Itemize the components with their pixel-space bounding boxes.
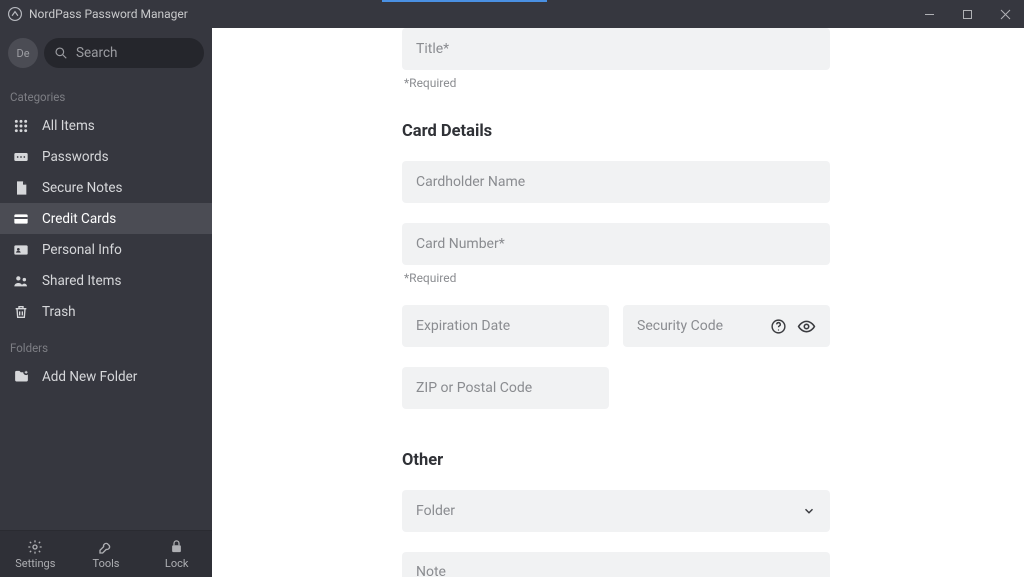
tools-button[interactable]: Tools bbox=[71, 531, 142, 577]
sidebar-item-label: Shared Items bbox=[42, 273, 121, 289]
card-details-heading: Card Details bbox=[402, 122, 830, 141]
settings-button[interactable]: Settings bbox=[0, 531, 71, 577]
title-input[interactable] bbox=[416, 41, 816, 57]
wrench-icon bbox=[98, 539, 114, 555]
title-field[interactable] bbox=[402, 28, 830, 70]
note-placeholder: Note bbox=[416, 564, 446, 577]
window-title: NordPass Password Manager bbox=[29, 7, 188, 21]
password-icon bbox=[12, 149, 30, 165]
grid-icon bbox=[12, 118, 30, 134]
app-logo-icon bbox=[8, 7, 22, 21]
tools-label: Tools bbox=[93, 557, 120, 570]
categories-label: Categories bbox=[0, 76, 212, 110]
sidebar-item-label: Trash bbox=[42, 304, 76, 320]
expiration-field[interactable] bbox=[402, 305, 609, 347]
sidebar-item-trash[interactable]: Trash bbox=[0, 296, 212, 327]
title-required-helper: *Required bbox=[402, 76, 830, 90]
cardnumber-required-helper: *Required bbox=[402, 271, 830, 285]
folders-label: Folders bbox=[0, 327, 212, 361]
expiration-input[interactable] bbox=[416, 318, 595, 334]
titlebar: NordPass Password Manager bbox=[0, 0, 1024, 28]
cardholder-field[interactable] bbox=[402, 161, 830, 203]
settings-label: Settings bbox=[15, 557, 55, 570]
sidebar-add-folder[interactable]: Add New Folder bbox=[0, 361, 212, 392]
sidebar-item-label: All Items bbox=[42, 118, 95, 134]
avatar[interactable]: De bbox=[8, 38, 38, 68]
note-field[interactable]: Note bbox=[402, 552, 830, 577]
sidebar: De Categories All Items Passwords bbox=[0, 28, 212, 577]
sidebar-item-label: Secure Notes bbox=[42, 180, 123, 196]
zip-input[interactable] bbox=[416, 380, 595, 396]
lock-icon bbox=[169, 539, 184, 555]
cardholder-input[interactable] bbox=[416, 174, 816, 190]
security-code-input[interactable] bbox=[637, 318, 744, 334]
sidebar-item-passwords[interactable]: Passwords bbox=[0, 141, 212, 172]
titlebar-accent bbox=[382, 0, 547, 2]
sidebar-bottom: Settings Tools Lock bbox=[0, 530, 212, 577]
chevron-down-icon bbox=[802, 504, 816, 518]
cardnumber-field[interactable] bbox=[402, 223, 830, 265]
gear-icon bbox=[27, 539, 43, 555]
eye-icon[interactable] bbox=[797, 317, 816, 336]
sidebar-item-label: Add New Folder bbox=[42, 369, 137, 385]
close-button[interactable] bbox=[986, 0, 1024, 28]
folder-select[interactable]: Folder bbox=[402, 490, 830, 532]
zip-field[interactable] bbox=[402, 367, 609, 409]
trash-icon bbox=[12, 304, 30, 320]
other-heading: Other bbox=[402, 451, 830, 470]
window-controls bbox=[910, 0, 1024, 28]
search-input-wrap[interactable] bbox=[44, 38, 204, 68]
sidebar-item-label: Credit Cards bbox=[42, 211, 116, 227]
person-card-icon bbox=[12, 242, 30, 258]
search-input[interactable] bbox=[76, 45, 194, 61]
sidebar-item-label: Passwords bbox=[42, 149, 109, 165]
help-icon[interactable] bbox=[770, 318, 787, 335]
security-code-field[interactable] bbox=[623, 305, 830, 347]
credit-card-icon bbox=[12, 211, 30, 227]
search-icon bbox=[54, 46, 68, 60]
folder-select-label: Folder bbox=[416, 503, 455, 519]
shared-icon bbox=[12, 273, 30, 289]
sidebar-item-shared-items[interactable]: Shared Items bbox=[0, 265, 212, 296]
main-content: *Required Card Details *Required bbox=[212, 28, 1024, 577]
maximize-button[interactable] bbox=[948, 0, 986, 28]
sidebar-item-label: Personal Info bbox=[42, 242, 122, 258]
minimize-button[interactable] bbox=[910, 0, 948, 28]
lock-button[interactable]: Lock bbox=[141, 531, 212, 577]
sidebar-item-credit-cards[interactable]: Credit Cards bbox=[0, 203, 212, 234]
sidebar-item-secure-notes[interactable]: Secure Notes bbox=[0, 172, 212, 203]
add-folder-icon bbox=[12, 368, 30, 385]
note-icon bbox=[12, 180, 30, 196]
sidebar-item-personal-info[interactable]: Personal Info bbox=[0, 234, 212, 265]
lock-label: Lock bbox=[165, 557, 189, 570]
sidebar-item-all-items[interactable]: All Items bbox=[0, 110, 212, 141]
cardnumber-input[interactable] bbox=[416, 236, 816, 252]
